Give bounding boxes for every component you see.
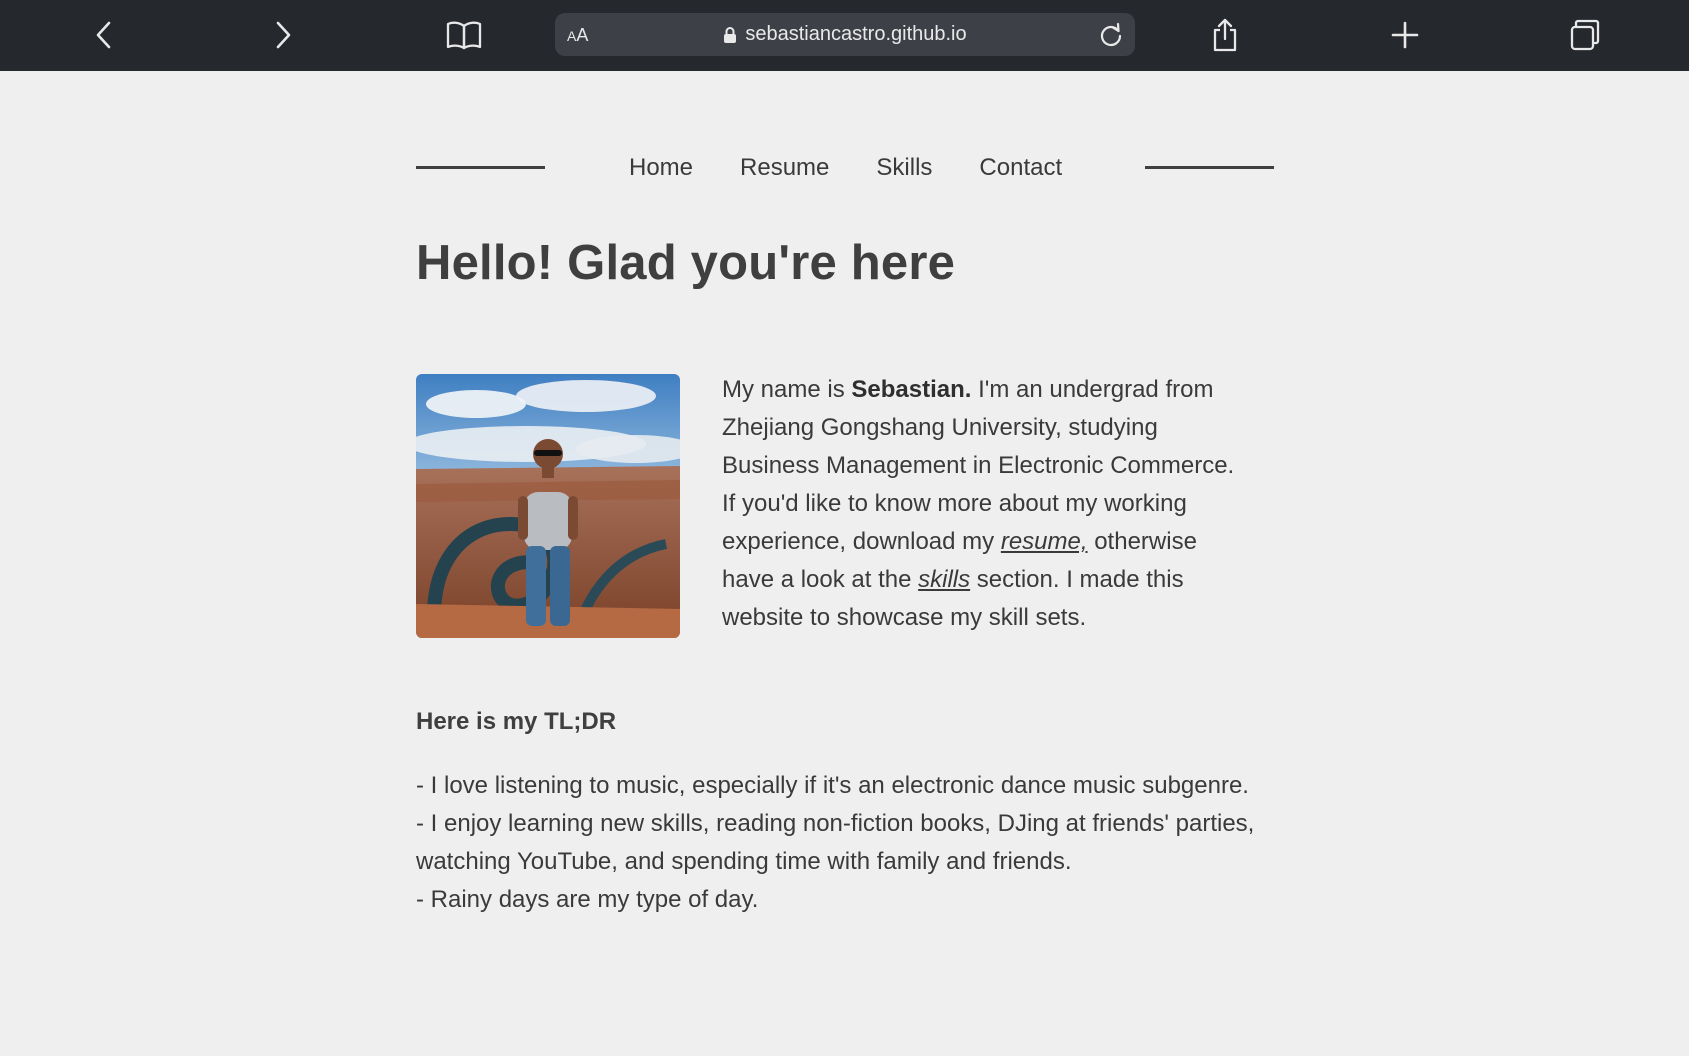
skills-link[interactable]: skills	[918, 566, 970, 593]
intro-prefix: My name is	[722, 376, 852, 403]
nav-divider-right	[1145, 166, 1274, 169]
reload-button[interactable]	[1095, 19, 1127, 51]
intro-name: Sebastian.	[851, 376, 972, 403]
reload-icon	[1100, 22, 1122, 47]
browser-toolbar: AA sebastiancastro.github.io	[0, 0, 1689, 71]
bookmarks-button[interactable]	[440, 12, 488, 58]
page-title: Hello! Glad you're here	[416, 236, 956, 290]
list-item: - Rainy days are my type of day.	[416, 886, 759, 913]
new-tab-button[interactable]	[1381, 12, 1429, 58]
resume-link[interactable]: resume,	[1001, 528, 1088, 555]
profile-photo	[416, 374, 680, 638]
list-item: - I love listening to music, especially …	[416, 772, 1249, 799]
forward-button[interactable]	[259, 12, 307, 58]
url-display[interactable]: sebastiancastro.github.io	[555, 13, 1135, 56]
nav-link-resume[interactable]: Resume	[740, 154, 829, 182]
tldr-list: - I love listening to music, especially …	[416, 767, 1276, 919]
tldr-heading: Here is my TL;DR	[416, 708, 617, 735]
nav-link-contact[interactable]: Contact	[979, 154, 1062, 182]
nav-divider-left	[416, 166, 545, 169]
intro-paragraph: My name is Sebastian. I'm an undergrad f…	[722, 371, 1242, 637]
nav-link-home[interactable]: Home	[629, 154, 693, 182]
share-icon	[1213, 18, 1237, 52]
lock-icon	[723, 26, 737, 44]
back-button[interactable]	[80, 12, 128, 58]
bookmarks-book-icon	[446, 21, 482, 50]
share-button[interactable]	[1201, 12, 1249, 58]
site-nav: Home Resume Skills Contact	[416, 150, 1274, 186]
address-bar[interactable]: AA sebastiancastro.github.io	[555, 13, 1135, 56]
forward-chevron-icon	[276, 21, 291, 49]
nav-link-skills[interactable]: Skills	[876, 154, 932, 182]
url-text: sebastiancastro.github.io	[745, 23, 967, 45]
nav-links: Home Resume Skills Contact	[629, 150, 1062, 186]
tabs-overview-button[interactable]	[1561, 12, 1609, 58]
new-tab-plus-icon	[1391, 21, 1419, 49]
back-chevron-icon	[96, 21, 111, 49]
list-item: - I enjoy learning new skills, reading n…	[416, 810, 1255, 875]
tabs-overview-icon	[1570, 19, 1600, 51]
